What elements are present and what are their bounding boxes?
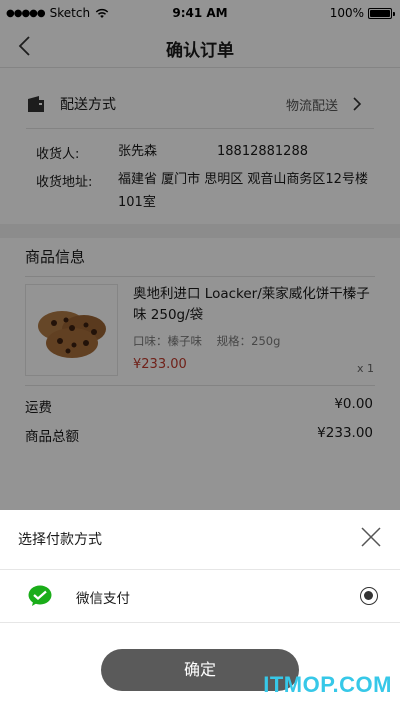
divider — [0, 622, 400, 623]
order-confirm-page: ●●●●● Sketch 9:41 AM 100% 确认订单 配送方式 物流配送 — [0, 0, 400, 711]
payment-method-label: 微信支付 — [76, 591, 130, 607]
sheet-title: 选择付款方式 — [18, 532, 102, 548]
radio-button-selected[interactable] — [360, 587, 378, 605]
modal-overlay[interactable] — [0, 0, 400, 510]
watermark: ITMOP.COM — [263, 672, 392, 697]
payment-option-wechat[interactable]: 微信支付 — [0, 570, 400, 622]
wechat-pay-icon — [28, 585, 52, 606]
close-icon[interactable] — [360, 526, 382, 548]
